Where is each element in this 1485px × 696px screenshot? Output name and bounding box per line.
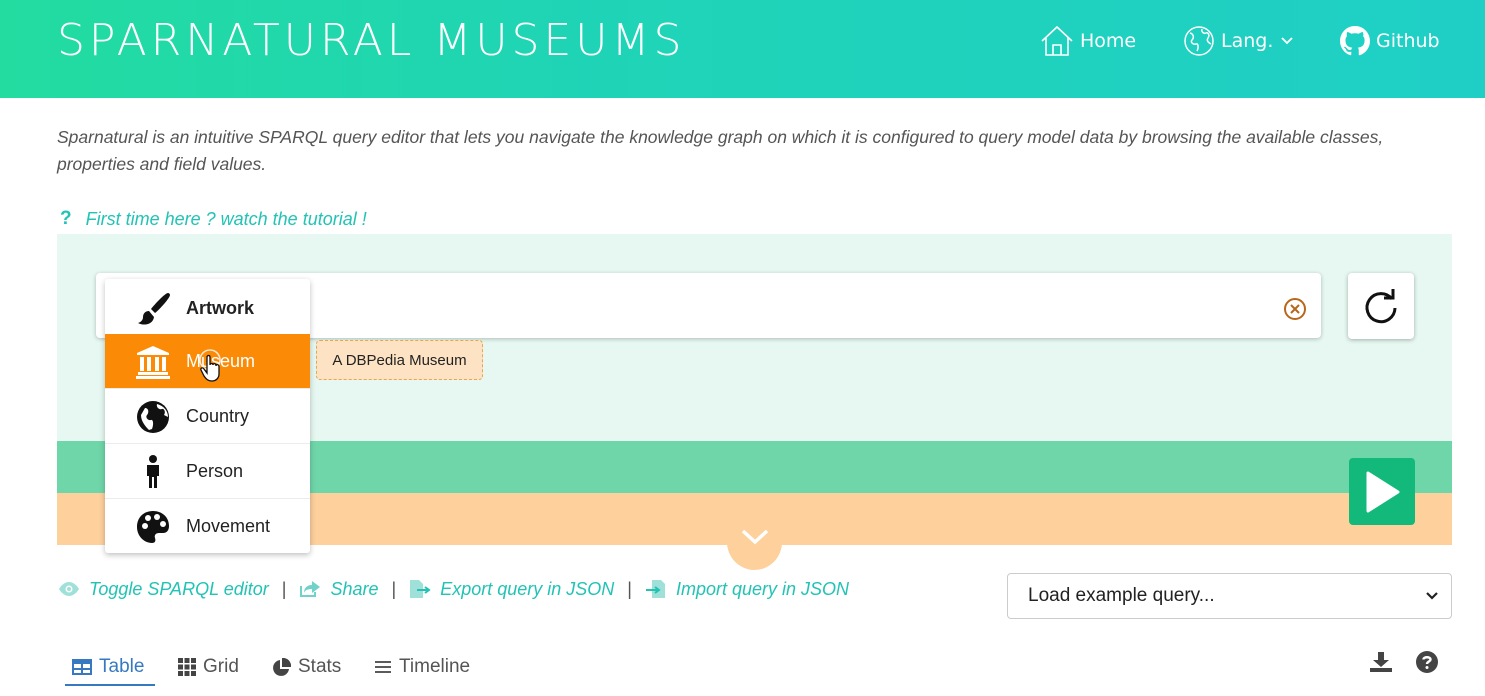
collapse-button[interactable] xyxy=(727,514,782,570)
brush-icon xyxy=(138,293,170,325)
export-json-link[interactable]: Export query in JSON xyxy=(409,579,614,600)
tab-table[interactable]: Table xyxy=(72,648,144,686)
separator: | xyxy=(627,578,632,599)
share-label: Share xyxy=(330,578,379,599)
dropdown-item-country[interactable]: Country xyxy=(105,389,310,444)
dropdown-item-artwork[interactable]: Artwork xyxy=(105,281,310,336)
tab-timeline[interactable]: Timeline xyxy=(374,648,470,686)
nav-github-link[interactable]: Github xyxy=(1340,22,1440,60)
nav-lang-dropdown[interactable]: Lang. xyxy=(1183,22,1301,60)
tab-grid-label: Grid xyxy=(203,656,239,677)
person-icon xyxy=(147,455,159,488)
tab-stats[interactable]: Stats xyxy=(272,648,341,686)
palette-icon xyxy=(137,511,169,543)
eye-icon xyxy=(59,582,79,596)
tutorial-label: First time here ? watch the tutorial ! xyxy=(85,208,367,229)
dropdown-item-movement[interactable]: Movement xyxy=(105,499,310,554)
nav-lang-label: Lang. xyxy=(1221,30,1274,52)
list-icon xyxy=(375,661,391,673)
globe-icon xyxy=(137,401,169,433)
app-header: SPARNATURAL MUSEUMS Home Lang. Github xyxy=(0,0,1485,98)
export-json-label: Export query in JSON xyxy=(440,578,615,599)
file-import-icon xyxy=(645,580,665,598)
download-icon[interactable] xyxy=(1370,652,1392,676)
play-icon xyxy=(1366,471,1400,512)
tab-grid[interactable]: Grid xyxy=(178,648,239,686)
dropdown-item-label: Person xyxy=(186,460,244,481)
example-query-select[interactable]: Load example query... xyxy=(1007,573,1452,619)
museum-icon xyxy=(136,346,170,379)
nav-home-label: Home xyxy=(1080,30,1137,52)
share-link[interactable]: Share xyxy=(299,578,379,600)
question-icon: ? xyxy=(60,208,72,229)
reset-button[interactable] xyxy=(1348,273,1414,339)
refresh-icon xyxy=(1365,289,1397,324)
chevron-down-icon xyxy=(741,529,768,545)
separator: | xyxy=(281,578,287,599)
dropdown-item-label: Artwork xyxy=(186,297,255,318)
tab-table-label: Table xyxy=(99,656,145,677)
github-icon xyxy=(1340,26,1370,56)
home-icon xyxy=(1041,25,1073,56)
grid-icon xyxy=(178,658,196,676)
separator: | xyxy=(391,578,397,599)
nav-github-label: Github xyxy=(1376,30,1440,52)
chevron-down-icon xyxy=(1281,37,1294,45)
nav-home-link[interactable]: Home xyxy=(1040,22,1136,60)
entity-type-dropdown: Artwork Museum Country Person Movement xyxy=(105,279,310,553)
dropdown-item-label: Country xyxy=(186,405,250,426)
tab-stats-label: Stats xyxy=(298,656,342,677)
query-actions: Toggle SPARQL editor | Share | Export qu… xyxy=(58,576,849,602)
entity-tooltip: A DBPedia Museum xyxy=(316,340,483,380)
file-export-icon xyxy=(410,580,431,598)
tutorial-link[interactable]: ? First time here ? watch the tutorial ! xyxy=(60,208,367,230)
example-query-value: Load example query... xyxy=(1028,585,1215,606)
help-icon[interactable] xyxy=(1416,651,1438,677)
clear-icon[interactable] xyxy=(1283,297,1307,325)
table-icon xyxy=(72,659,92,675)
hand-cursor-icon xyxy=(197,349,225,387)
dropdown-item-label: Movement xyxy=(186,516,271,536)
intro-text: Sparnatural is an intuitive SPARQL query… xyxy=(57,127,1384,174)
pie-chart-icon xyxy=(273,657,291,676)
tab-timeline-label: Timeline xyxy=(399,656,471,677)
brand-title: SPARNATURAL MUSEUMS xyxy=(57,15,686,66)
import-json-label: Import query in JSON xyxy=(675,578,850,599)
play-button[interactable] xyxy=(1349,458,1415,525)
dropdown-item-person[interactable]: Person xyxy=(105,444,310,499)
globe-outline-icon xyxy=(1184,26,1214,56)
share-icon xyxy=(300,581,321,597)
active-tab-indicator xyxy=(65,684,155,686)
chevron-down-icon xyxy=(1426,592,1438,600)
toggle-sparql-label: Toggle SPARQL editor xyxy=(89,578,269,599)
toggle-sparql-link[interactable]: Toggle SPARQL editor xyxy=(58,579,269,600)
import-json-link[interactable]: Import query in JSON xyxy=(645,579,849,600)
